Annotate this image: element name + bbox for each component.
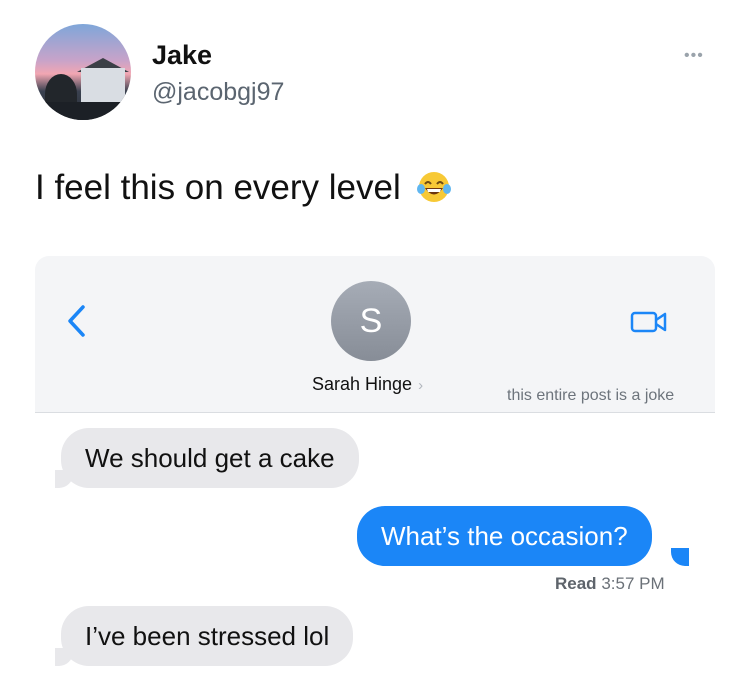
overlay-note: this entire post is a joke (507, 387, 675, 404)
bubble-tail (671, 548, 689, 566)
author-name[interactable]: Jake (152, 40, 212, 71)
avatar-house (81, 68, 125, 102)
message-bubble-incoming[interactable]: We should get a cake (61, 428, 359, 488)
message-bubble-outgoing[interactable]: What’s the occasion? (357, 506, 652, 566)
read-label: Read (555, 574, 597, 593)
contact-avatar[interactable]: S (331, 281, 411, 361)
chevron-left-icon[interactable] (65, 304, 87, 338)
contact-name-label: Sarah Hinge (312, 374, 413, 394)
laughing-tears-emoji-icon (417, 172, 452, 202)
tweet-text: I feel this on every level (35, 168, 452, 208)
profile-avatar[interactable] (35, 24, 131, 120)
more-options-icon[interactable]: ••• (684, 47, 704, 65)
contact-name[interactable]: Sarah Hinge › (312, 374, 423, 395)
chevron-right-icon: › (418, 377, 424, 394)
avatar-ground (35, 102, 131, 120)
message-bubble-incoming[interactable]: I’ve been stressed lol (61, 606, 354, 666)
conversation-header: S Sarah Hinge › this entire post is a jok… (35, 256, 715, 413)
messages-screenshot: S Sarah Hinge › this entire post is a jok… (35, 256, 715, 680)
video-camera-icon[interactable] (630, 310, 668, 334)
tweet-body: I feel this on every level (35, 168, 401, 207)
author-handle[interactable]: @jacobgj97 (152, 78, 284, 107)
read-receipt: Read 3:57 PM (555, 574, 665, 594)
read-time: 3:57 PM (601, 574, 665, 593)
